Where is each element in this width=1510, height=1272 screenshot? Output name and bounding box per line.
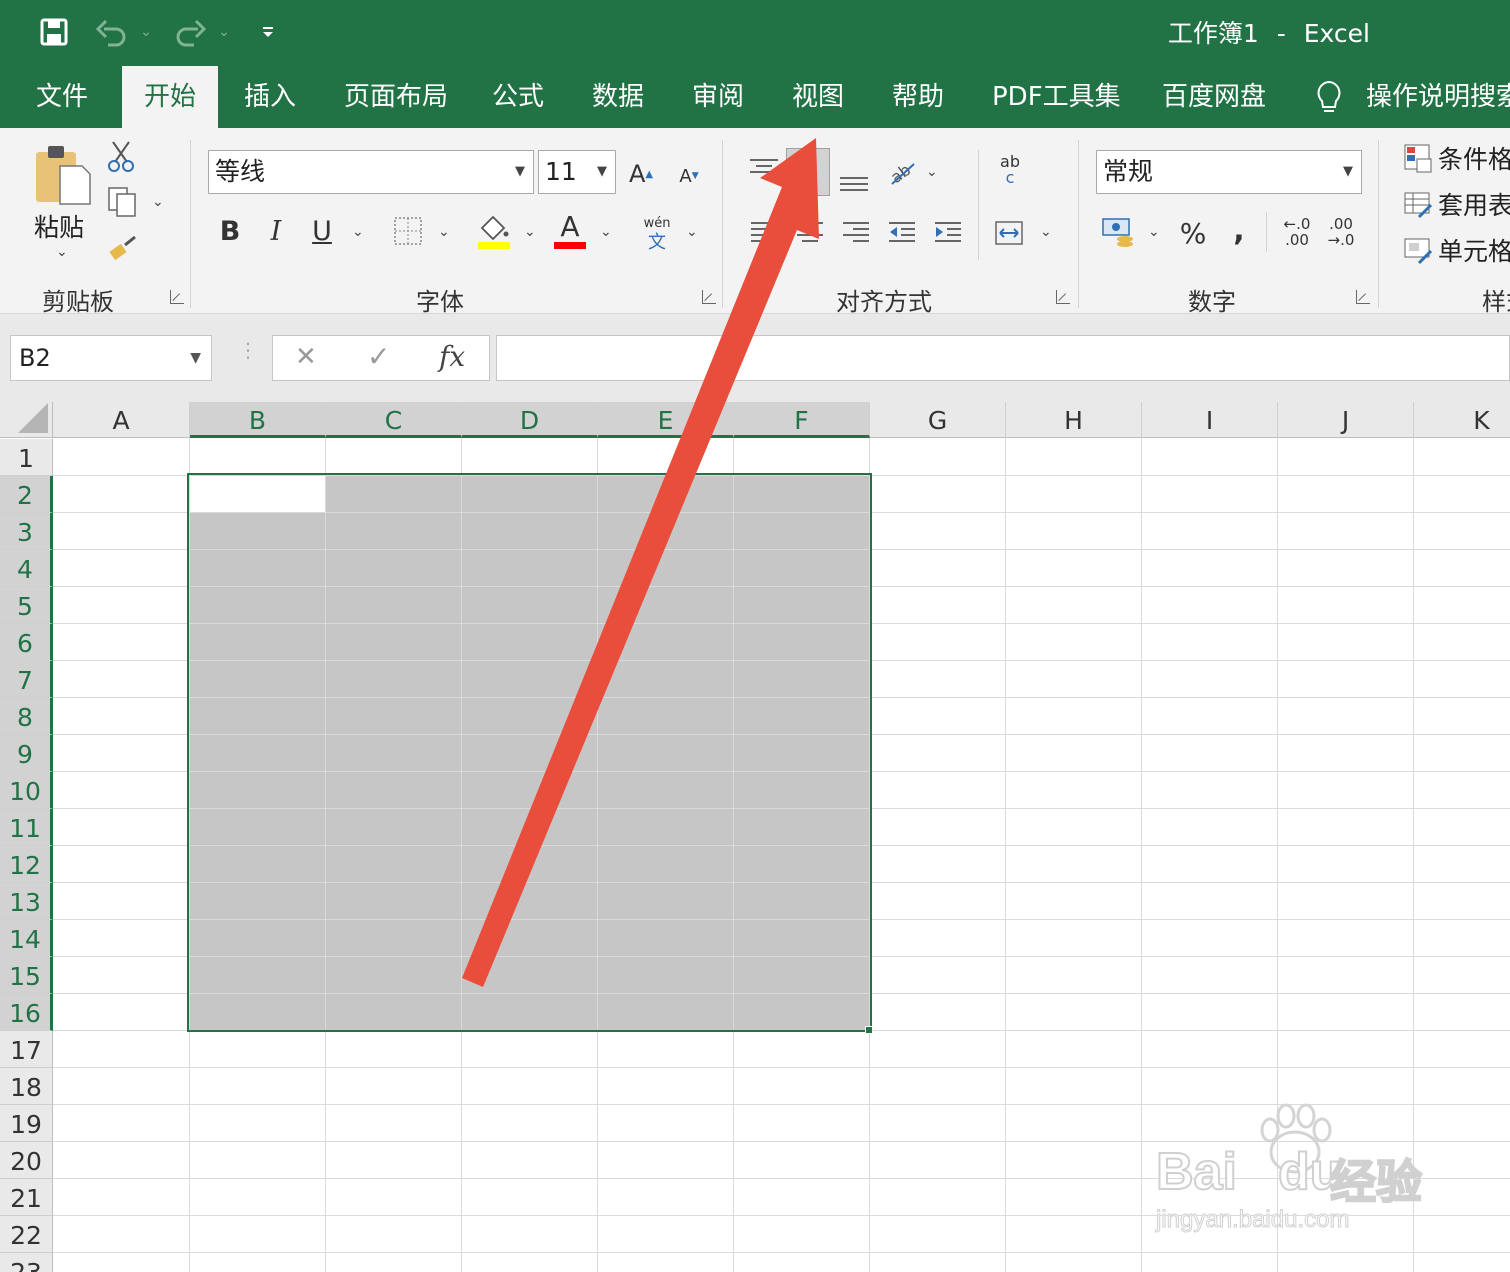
annotation-arrow: [462, 138, 819, 987]
watermark-url: jingyan.baidu.com: [1155, 1206, 1350, 1234]
baidu-watermark: Bai du 经验 jingyan.baidu.com: [1140, 1100, 1440, 1250]
watermark-brand-cn: 经验: [1329, 1154, 1423, 1210]
watermark-brand-a: Bai: [1155, 1142, 1238, 1202]
